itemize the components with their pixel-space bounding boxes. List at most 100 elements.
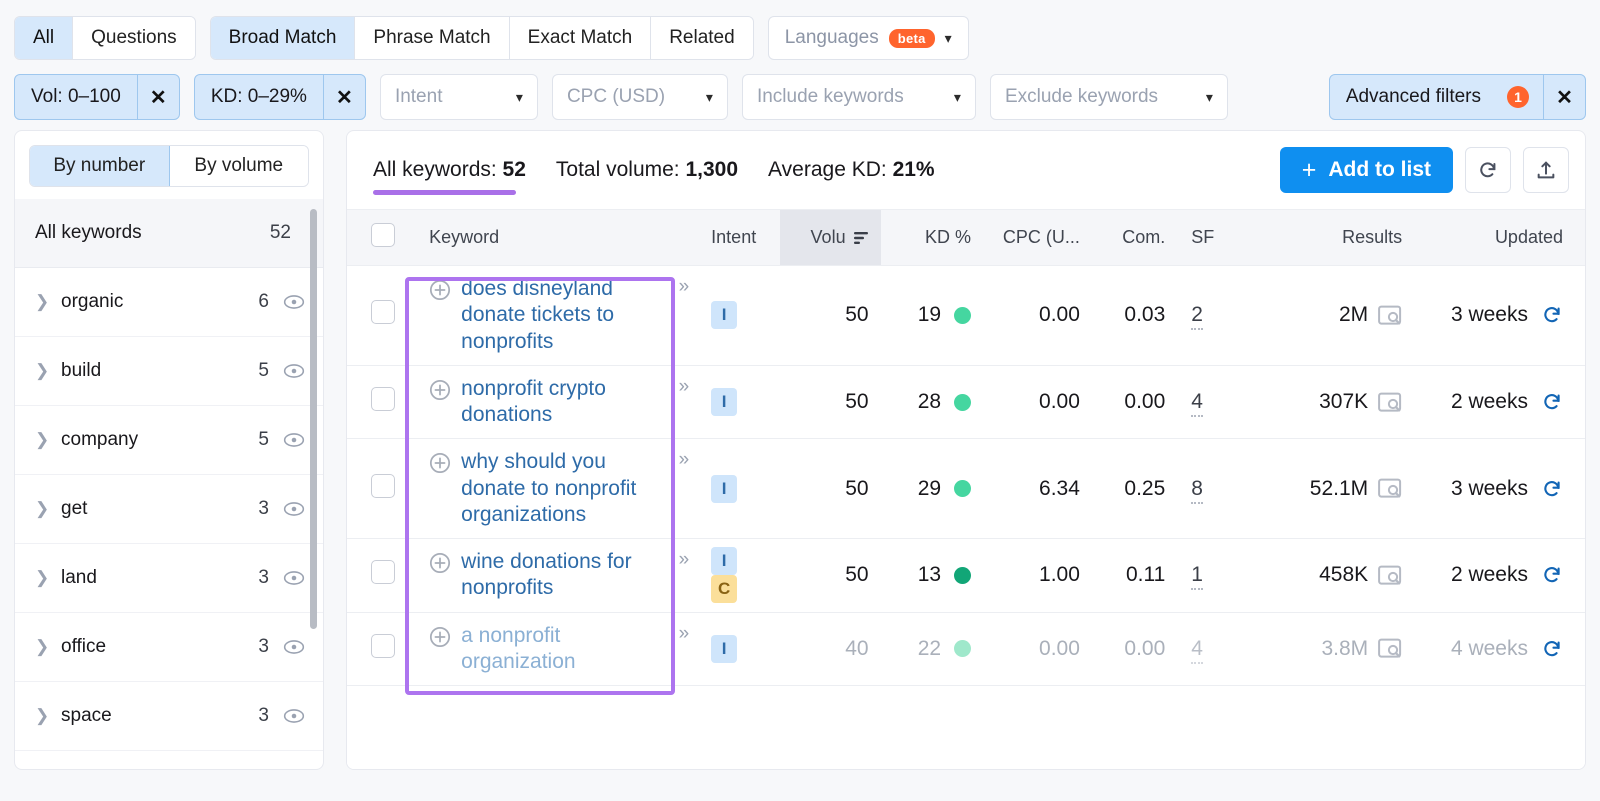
intent-badge-c[interactable]: C [711, 575, 738, 604]
update-refresh-icon[interactable] [1541, 564, 1563, 586]
sidebar-item-get[interactable]: ❯ get 3 [15, 475, 323, 544]
keyword-link[interactable]: why should you donate to nonprofit organ… [461, 449, 664, 528]
table-row[interactable]: nonprofit crypto donations » I 50 28 0.00 0.00… [347, 365, 1585, 440]
intent-badge-i[interactable]: I [711, 547, 738, 576]
intent-badge-i[interactable]: I [711, 301, 738, 330]
sidebar-item-company[interactable]: ❯ company 5 [15, 406, 323, 475]
serp-preview-icon[interactable] [1378, 565, 1402, 586]
keyword-link[interactable]: nonprofit crypto donations [461, 376, 664, 429]
table-row[interactable]: wine donations for nonprofits» IC 50 13 1.00… [347, 538, 1585, 613]
sidebar-item-organic[interactable]: ❯ organic 6 [15, 268, 323, 337]
advanced-filters-pill[interactable]: Advanced filters 1 ✕ [1328, 74, 1586, 120]
add-keyword-icon[interactable] [429, 552, 451, 574]
header-updated[interactable]: Updated [1414, 209, 1585, 266]
header-results[interactable]: Results [1254, 209, 1415, 266]
toggle-by-number[interactable]: By number [30, 146, 170, 186]
table-row[interactable]: a nonprofit organization » I 40 22 0.00 0.00 4 3… [347, 612, 1585, 686]
add-keyword-icon[interactable] [429, 279, 451, 301]
header-select-all[interactable] [347, 209, 414, 266]
sf-value[interactable]: 4 [1191, 390, 1203, 417]
chevron-right-icon[interactable]: ❯ [35, 361, 61, 381]
languages-dropdown[interactable]: Languages beta ▾ [767, 16, 969, 60]
tab-all[interactable]: All [15, 17, 74, 59]
sf-value[interactable]: 1 [1191, 563, 1203, 591]
sidebar-item-office[interactable]: ❯ office 3 [15, 613, 323, 682]
refresh-button[interactable] [1465, 147, 1511, 193]
chevron-right-icon[interactable]: ❯ [35, 292, 61, 312]
keyword-expand-icon[interactable]: » [679, 276, 689, 298]
row-select-cell[interactable] [347, 538, 414, 613]
intent-filter-dropdown[interactable]: Intent ▾ [379, 74, 538, 120]
close-icon[interactable]: ✕ [322, 75, 365, 119]
intent-badge-i[interactable]: I [711, 388, 738, 416]
intent-badge-i[interactable]: I [711, 474, 738, 503]
exclude-keywords-dropdown[interactable]: Exclude keywords ▾ [989, 74, 1228, 120]
filter-pill-kd[interactable]: KD: 0–29% ✕ [193, 74, 366, 120]
close-icon[interactable]: ✕ [1543, 75, 1585, 119]
chevron-right-icon[interactable]: ❯ [35, 430, 61, 450]
close-icon[interactable]: ✕ [136, 75, 179, 119]
header-competition[interactable]: Com. [1091, 209, 1178, 266]
sidebar-scrollbar[interactable] [310, 209, 317, 629]
table-row[interactable]: why should you donate to nonprofit organ… [347, 438, 1585, 539]
row-select-cell[interactable] [347, 365, 414, 440]
keyword-expand-icon[interactable]: » [679, 623, 689, 645]
toggle-by-volume[interactable]: By volume [169, 146, 308, 186]
chevron-right-icon[interactable]: ❯ [35, 637, 61, 657]
serp-preview-icon[interactable] [1378, 638, 1402, 659]
chevron-right-icon[interactable]: ❯ [35, 499, 61, 519]
sidebar-item-all-keywords[interactable]: All keywords 52 [15, 199, 323, 268]
sf-value[interactable]: 8 [1191, 476, 1203, 504]
update-refresh-icon[interactable] [1541, 304, 1563, 326]
tab-questions[interactable]: Questions [73, 17, 195, 59]
chevron-right-icon[interactable]: ❯ [35, 568, 61, 588]
add-to-list-button[interactable]: + Add to list [1279, 147, 1453, 193]
row-select-cell[interactable] [347, 265, 414, 366]
row-checkbox[interactable] [371, 473, 395, 498]
row-select-cell[interactable] [347, 612, 414, 686]
sf-value[interactable]: 2 [1191, 303, 1203, 331]
include-keywords-dropdown[interactable]: Include keywords ▾ [741, 74, 976, 120]
serp-preview-icon[interactable] [1378, 392, 1402, 413]
keyword-link[interactable]: a nonprofit organization [461, 623, 664, 676]
row-checkbox[interactable] [371, 560, 395, 585]
sidebar-item-land[interactable]: ❯ land 3 [15, 544, 323, 613]
keyword-expand-icon[interactable]: » [679, 376, 689, 398]
add-keyword-icon[interactable] [429, 626, 451, 648]
header-kd[interactable]: KD % [880, 209, 984, 266]
select-all-checkbox[interactable] [371, 223, 395, 247]
table-row[interactable]: does disneyland donate tickets to nonpro… [347, 265, 1585, 366]
sf-value[interactable]: 4 [1191, 636, 1203, 664]
update-refresh-icon[interactable] [1541, 391, 1563, 413]
intent-badge-i[interactable]: I [711, 634, 738, 663]
header-cpc[interactable]: CPC (U... [983, 209, 1092, 266]
row-select-cell[interactable] [347, 438, 414, 539]
add-keyword-icon[interactable] [429, 379, 451, 401]
serp-preview-icon[interactable] [1378, 478, 1402, 499]
update-refresh-icon[interactable] [1541, 478, 1563, 500]
export-button[interactable] [1523, 147, 1569, 193]
tab-related[interactable]: Related [651, 17, 753, 59]
cpc-filter-dropdown[interactable]: CPC (USD) ▾ [551, 74, 728, 120]
row-checkbox[interactable] [371, 300, 395, 325]
header-sf[interactable]: SF [1177, 209, 1255, 266]
header-keyword[interactable]: Keyword [413, 209, 700, 266]
tab-phrase-match[interactable]: Phrase Match [355, 17, 510, 59]
filter-pill-volume[interactable]: Vol: 0–100 ✕ [14, 74, 180, 120]
chevron-right-icon[interactable]: ❯ [35, 706, 61, 726]
row-checkbox[interactable] [371, 387, 395, 411]
row-checkbox[interactable] [371, 633, 395, 658]
update-refresh-icon[interactable] [1541, 638, 1563, 660]
header-volume[interactable]: Volu [780, 209, 881, 266]
tab-broad-match[interactable]: Broad Match [210, 17, 356, 59]
keyword-link[interactable]: wine donations for nonprofits [461, 549, 664, 602]
sidebar-item-space[interactable]: ❯ space 3 [15, 682, 323, 751]
add-keyword-icon[interactable] [429, 452, 451, 474]
header-intent[interactable]: Intent [699, 209, 781, 266]
keyword-link[interactable]: does disneyland donate tickets to nonpro… [461, 276, 664, 355]
keyword-expand-icon[interactable]: » [679, 549, 689, 571]
keyword-expand-icon[interactable]: » [679, 449, 689, 471]
sidebar-item-build[interactable]: ❯ build 5 [15, 337, 323, 406]
serp-preview-icon[interactable] [1378, 305, 1402, 326]
tab-exact-match[interactable]: Exact Match [509, 17, 652, 59]
